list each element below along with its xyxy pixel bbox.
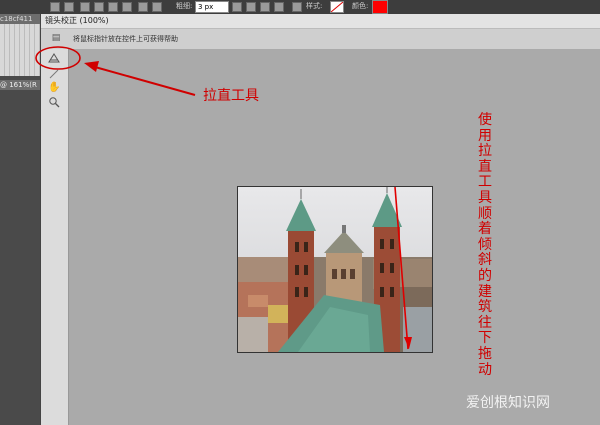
move-grid-tool[interactable]: [48, 68, 60, 80]
zoom-tool[interactable]: [48, 96, 60, 108]
dialog-title: 镜头校正 (100%): [41, 14, 600, 29]
intersect-area-icon[interactable]: [260, 2, 270, 12]
weight-label: 粗细:: [176, 2, 193, 10]
tool-strip: ✋: [41, 49, 69, 425]
help-hint-text: 将鼠标指针放在控件上可获得帮助: [73, 35, 178, 43]
style-label: 样式:: [306, 2, 323, 10]
line-icon[interactable]: [138, 2, 148, 12]
exclude-area-icon[interactable]: [274, 2, 284, 12]
document-tab[interactable]: c18cf411: [0, 14, 40, 24]
rounded-rect-icon[interactable]: [108, 2, 118, 12]
straighten-tool-callout: 拉直工具: [203, 88, 259, 104]
hand-icon: ✋: [48, 82, 61, 93]
straighten-icon: [48, 53, 60, 63]
brush-icon[interactable]: [50, 2, 60, 12]
image-preview[interactable]: [237, 186, 433, 353]
options-bar: 粗细: 3 px 样式: 颜色:: [0, 0, 600, 15]
hand-tool[interactable]: ✋: [48, 82, 60, 94]
link-icon[interactable]: [292, 2, 302, 12]
move-grid-icon: [49, 69, 59, 79]
shape-icon[interactable]: [80, 2, 90, 12]
cathedral-photo: [238, 187, 432, 352]
straighten-tool[interactable]: [48, 52, 60, 64]
rectangle-icon[interactable]: [94, 2, 104, 12]
style-picker[interactable]: [330, 1, 344, 13]
instruction-callout: 使用拉直工具顺着倾斜的建筑往下拖动: [478, 112, 492, 378]
document-status: @ 161%(R: [0, 80, 40, 90]
weight-input[interactable]: 3 px: [195, 1, 229, 13]
ellipse-icon[interactable]: [122, 2, 132, 12]
watermark: 爱创根知识网: [466, 395, 550, 411]
add-area-icon[interactable]: [232, 2, 242, 12]
color-swatch[interactable]: [372, 0, 388, 14]
grid-icon[interactable]: ▤: [51, 33, 61, 43]
ruler: [0, 24, 40, 76]
help-hint-bar: ▤ 将鼠标指针放在控件上可获得帮助: [41, 29, 600, 49]
pen-icon[interactable]: [64, 2, 74, 12]
zoom-icon: [49, 97, 60, 108]
custom-shape-icon[interactable]: [152, 2, 162, 12]
color-label: 颜色:: [352, 2, 369, 10]
subtract-area-icon[interactable]: [246, 2, 256, 12]
